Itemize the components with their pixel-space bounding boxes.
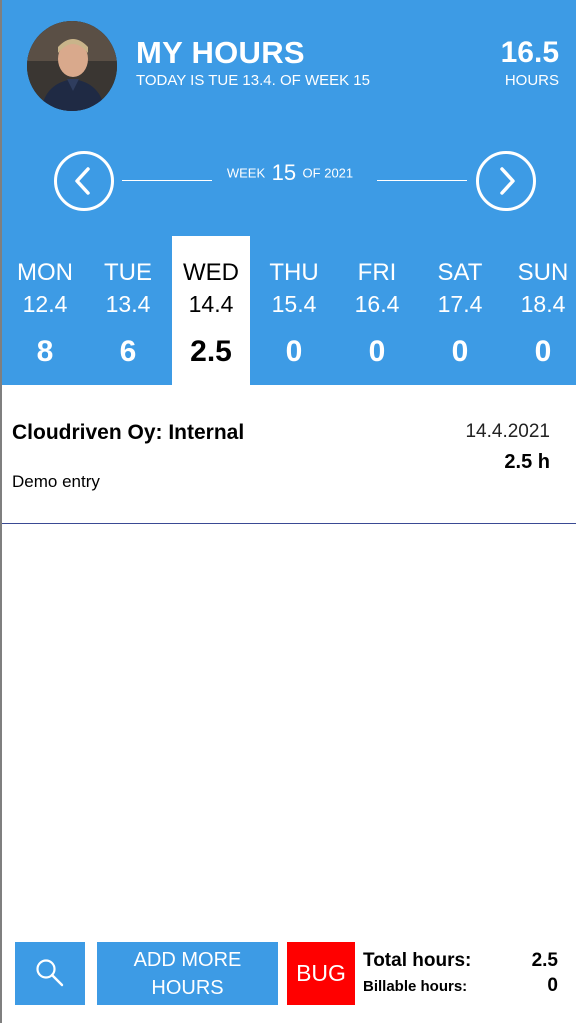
day-hours: 8 — [36, 335, 54, 368]
total-hours-value: 2.5 — [531, 950, 558, 971]
day-sun[interactable]: SUN 18.4 0 — [504, 236, 576, 385]
chevron-left-icon — [75, 167, 90, 195]
day-date: 17.4 — [437, 291, 483, 317]
add-hours-label-line2: HOURS — [151, 977, 224, 999]
avatar — [27, 21, 117, 111]
day-date: 18.4 — [520, 291, 566, 317]
day-hours: 0 — [451, 335, 469, 368]
day-mon[interactable]: MON 12.4 8 — [6, 236, 84, 385]
day-fri[interactable]: FRI 16.4 0 — [338, 236, 416, 385]
day-hours: 0 — [285, 335, 303, 368]
day-name: SAT — [437, 259, 483, 286]
window-edge — [0, 0, 2, 1023]
week-line-right — [377, 180, 467, 181]
day-sat[interactable]: SAT 17.4 0 — [421, 236, 499, 385]
add-hours-label-line1: ADD MORE — [133, 949, 242, 971]
day-thu[interactable]: THU 15.4 0 — [255, 236, 333, 385]
total-hours-label: Total hours: — [363, 950, 472, 971]
week-line-left — [122, 180, 212, 181]
search-button[interactable] — [15, 942, 85, 1005]
week-total-hours: 16.5 — [500, 36, 559, 69]
day-date: 13.4 — [105, 291, 151, 317]
day-hours: 0 — [368, 335, 386, 368]
page-title: MY HOURS — [136, 35, 305, 70]
day-date: 12.4 — [22, 291, 68, 317]
week-year: OF 2021 — [302, 165, 354, 181]
billable-hours-value: 0 — [547, 975, 558, 996]
week-number: 15 — [271, 160, 297, 185]
add-hours-button[interactable]: ADD MORE HOURS — [97, 942, 278, 1005]
entry-hours: 2.5 h — [504, 451, 550, 473]
day-name: THU — [269, 259, 319, 286]
bug-report-button[interactable]: BUG — [287, 942, 355, 1005]
day-date: 14.4 — [188, 291, 234, 317]
day-date: 15.4 — [271, 291, 317, 317]
day-tue[interactable]: TUE 13.4 6 — [89, 236, 167, 385]
day-hours: 2.5 — [190, 335, 232, 368]
chevron-right-icon — [500, 167, 515, 195]
day-name: TUE — [104, 259, 152, 286]
day-name: SUN — [517, 259, 569, 286]
week-total-unit: HOURS — [504, 72, 559, 89]
today-subtitle: TODAY IS TUE 13.4. OF WEEK 15 — [136, 72, 370, 89]
day-name: FRI — [357, 259, 397, 286]
week-label: WEEK 15 OF 2021 — [212, 160, 368, 194]
entry-date: 14.4.2021 — [465, 421, 550, 442]
header: MY HOURS TODAY IS TUE 13.4. OF WEEK 15 1… — [0, 0, 576, 385]
next-week-button[interactable] — [476, 151, 536, 211]
day-date: 16.4 — [354, 291, 400, 317]
entry-project: Cloudriven Oy: Internal — [12, 421, 245, 444]
search-icon — [36, 959, 64, 987]
day-name: MON — [17, 259, 73, 286]
day-hours: 6 — [119, 335, 137, 368]
billable-hours-label: Billable hours: — [363, 978, 468, 995]
day-wed[interactable]: WED 14.4 2.5 — [172, 236, 250, 385]
week-days: MON 12.4 8 TUE 13.4 6 WED 14.4 2.5 THU 1… — [0, 236, 576, 385]
hour-entry[interactable]: Cloudriven Oy: Internal Demo entry 14.4.… — [0, 385, 576, 524]
entry-description: Demo entry — [12, 472, 100, 491]
week-prefix: WEEK — [226, 165, 266, 181]
prev-week-button[interactable] — [54, 151, 114, 211]
day-hours: 0 — [534, 335, 552, 368]
day-name: WED — [183, 259, 239, 286]
